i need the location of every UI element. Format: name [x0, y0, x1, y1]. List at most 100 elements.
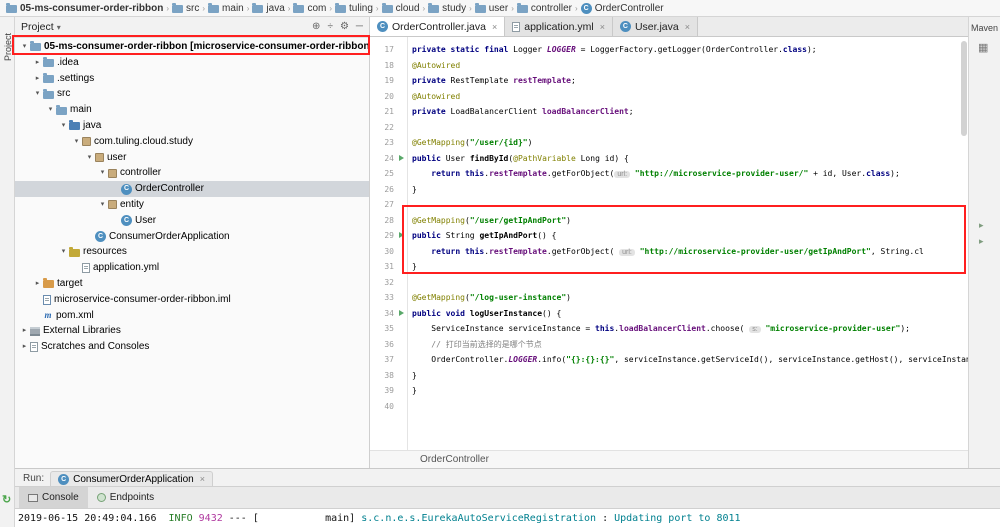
code-editor[interactable]: 17 18 19 20 21 22 23 24 25 26 27 28 29 30 31 32 33 34 35 36… [370, 37, 968, 450]
tree-item-label: OrderController [135, 183, 204, 195]
tool-tab-endpoints[interactable]: Endpoints [88, 487, 163, 508]
chevron-right-icon[interactable]: ▸ [979, 236, 984, 247]
editor-tab-ordercontroller-java[interactable]: C OrderController.java × [370, 17, 506, 36]
code-token: "{}:{}:{}" [566, 355, 615, 364]
tree-item-com-tuling-cloud-study[interactable]: ▾ com.tuling.cloud.study [15, 134, 369, 150]
console-output[interactable]: 2019-06-15 20:49:04.166 INFO 9432 --- [ … [15, 509, 1000, 527]
tree-item-settings[interactable]: ▸ .settings [15, 71, 369, 87]
run-method-icon[interactable] [399, 232, 404, 238]
left-toolwindow-bar: Project ↻ [0, 17, 15, 527]
project-panel-title: Project [21, 21, 54, 33]
chevron-down-icon[interactable]: ▾ [32, 86, 43, 102]
tree-item-resources[interactable]: ▾ resources [15, 244, 369, 260]
chevron-down-icon[interactable]: ▾ [71, 134, 82, 150]
tree-item-external-libraries[interactable]: ▸ External Libraries [15, 323, 369, 339]
code-token: "http://microservice-provider-user/" [634, 169, 809, 178]
tree-item-user[interactable]: ▾ user [15, 150, 369, 166]
tree-item-src[interactable]: ▾ src [15, 86, 369, 102]
tree-item-label: target [57, 277, 83, 289]
code-line: } [412, 383, 968, 399]
chevron-right-icon[interactable]: ▸ [19, 323, 30, 339]
tree-item-controller[interactable]: ▾ controller [15, 165, 369, 181]
code-token: class [866, 169, 891, 178]
tree-item-user[interactable]: C User [15, 213, 369, 229]
chevron-down-icon[interactable]: ▾ [97, 165, 108, 181]
line-number: 37 [384, 355, 394, 364]
editor-scrollbar[interactable] [961, 41, 967, 136]
breadcrumb-item-study[interactable]: study [426, 2, 468, 14]
chevron-down-icon[interactable]: ▾ [58, 244, 69, 260]
tree-item-target[interactable]: ▸ target [15, 276, 369, 292]
tree-item-microservice-consumer-order-ribb[interactable]: microservice-consumer-order-ribbon.iml [15, 292, 369, 308]
tree-item-consumerorderapplication[interactable]: C ConsumerOrderApplication [15, 229, 369, 245]
breadcrumb-item-user[interactable]: user [473, 2, 510, 14]
code-line: @GetMapping("/user/{id}") [412, 135, 968, 151]
close-icon[interactable]: × [492, 22, 497, 32]
tree-item-ordercontroller[interactable]: C OrderController [15, 181, 369, 197]
line-number: 21 [384, 107, 394, 116]
tree-item-entity[interactable]: ▾ entity [15, 197, 369, 213]
tree-item-main[interactable]: ▾ main [15, 102, 369, 118]
chevron-right-icon[interactable]: ▸ [32, 55, 43, 71]
chevron-right-icon[interactable]: ▸ [32, 276, 43, 292]
chevron-right-icon[interactable]: ▸ [19, 339, 30, 355]
chevron-down-icon[interactable]: ▾ [97, 197, 108, 213]
chevron-down-icon[interactable]: ▾ [45, 102, 56, 118]
locate-icon[interactable]: ⊕ [312, 22, 320, 32]
breadcrumb-class-name[interactable]: OrderController [420, 454, 489, 465]
breadcrumb-item-tuling[interactable]: tuling [333, 2, 375, 14]
editor-tab-application-yml[interactable]: application.yml × [505, 17, 613, 36]
chevron-right-icon[interactable]: ▸ [32, 71, 43, 87]
code-area[interactable]: private static final Logger LOGGER = Log… [408, 37, 968, 450]
collapse-all-icon[interactable]: ÷ [327, 22, 333, 32]
settings-gear-icon[interactable]: ⚙ [340, 22, 349, 32]
chevron-down-icon[interactable]: ▾ [57, 23, 61, 32]
tree-item-label: resources [83, 246, 127, 258]
close-icon[interactable]: × [600, 22, 605, 32]
chevron-right-icon[interactable]: ▸ [979, 220, 984, 231]
tree-item-java[interactable]: ▾ java [15, 118, 369, 134]
code-token: ; [570, 76, 576, 85]
breadcrumb-item-com[interactable]: com [291, 2, 328, 14]
code-token: ) [527, 138, 533, 147]
param-hint-chip: url: [619, 248, 635, 256]
tree-item-application-yml[interactable]: application.yml [15, 260, 369, 276]
tree-item-idea[interactable]: ▸ .idea [15, 55, 369, 71]
editor-tab-user-java[interactable]: C User.java × [612, 17, 698, 36]
close-icon[interactable]: × [200, 474, 205, 484]
breadcrumb-item-src[interactable]: src [170, 2, 201, 14]
folder-icon [335, 2, 347, 13]
tree-item-05-ms-consumer-order-ribbon-micr[interactable]: ▾ 05-ms-consumer-order-ribbon [microservi… [15, 39, 369, 55]
rerun-icon[interactable]: ↻ [2, 493, 11, 506]
breadcrumb-item-java[interactable]: java [250, 2, 286, 14]
breadcrumb-item-05-ms-consumer-order-ribbon[interactable]: 05-ms-consumer-order-ribbon [4, 2, 165, 14]
line-number: 17 [384, 45, 394, 54]
chevron-down-icon[interactable]: ▾ [58, 118, 69, 134]
chevron-down-icon[interactable]: ▾ [84, 150, 95, 166]
project-toolwindow-tab[interactable]: Project [3, 33, 13, 61]
breadcrumb-item-ordercontroller[interactable]: C OrderController [579, 2, 666, 14]
breadcrumb-item-main[interactable]: main [206, 2, 246, 14]
run-method-icon[interactable] [399, 154, 404, 161]
run-config-tab[interactable]: C ConsumerOrderApplication × [50, 471, 214, 486]
breadcrumb-label: user [488, 2, 509, 14]
code-token: @GetMapping [412, 293, 465, 302]
line-number: 39 [384, 386, 394, 395]
maven-file-icon: m [44, 309, 52, 320]
grid-icon[interactable]: ▦ [978, 41, 988, 54]
chevron-down-icon[interactable]: ▾ [19, 39, 30, 55]
tree-item-pom-xml[interactable]: m pom.xml [15, 308, 369, 324]
breadcrumb-item-cloud[interactable]: cloud [380, 2, 422, 14]
maven-toolwindow-tab[interactable]: Maven [969, 23, 1000, 33]
tool-tab-console[interactable]: Console [19, 487, 88, 508]
run-method-icon[interactable] [399, 309, 404, 316]
code-token: // 打印当前选择的是哪个节点 [431, 339, 542, 349]
breadcrumb-item-controller[interactable]: controller [515, 2, 574, 14]
code-token: User [445, 153, 470, 163]
tree-item-scratches-and-consoles[interactable]: ▸ Scratches and Consoles [15, 339, 369, 355]
close-icon[interactable]: × [685, 22, 690, 32]
hide-icon[interactable]: ─ [356, 22, 363, 32]
code-token: "/log-user-instance" [469, 293, 567, 302]
tree-item-label: src [57, 88, 71, 100]
